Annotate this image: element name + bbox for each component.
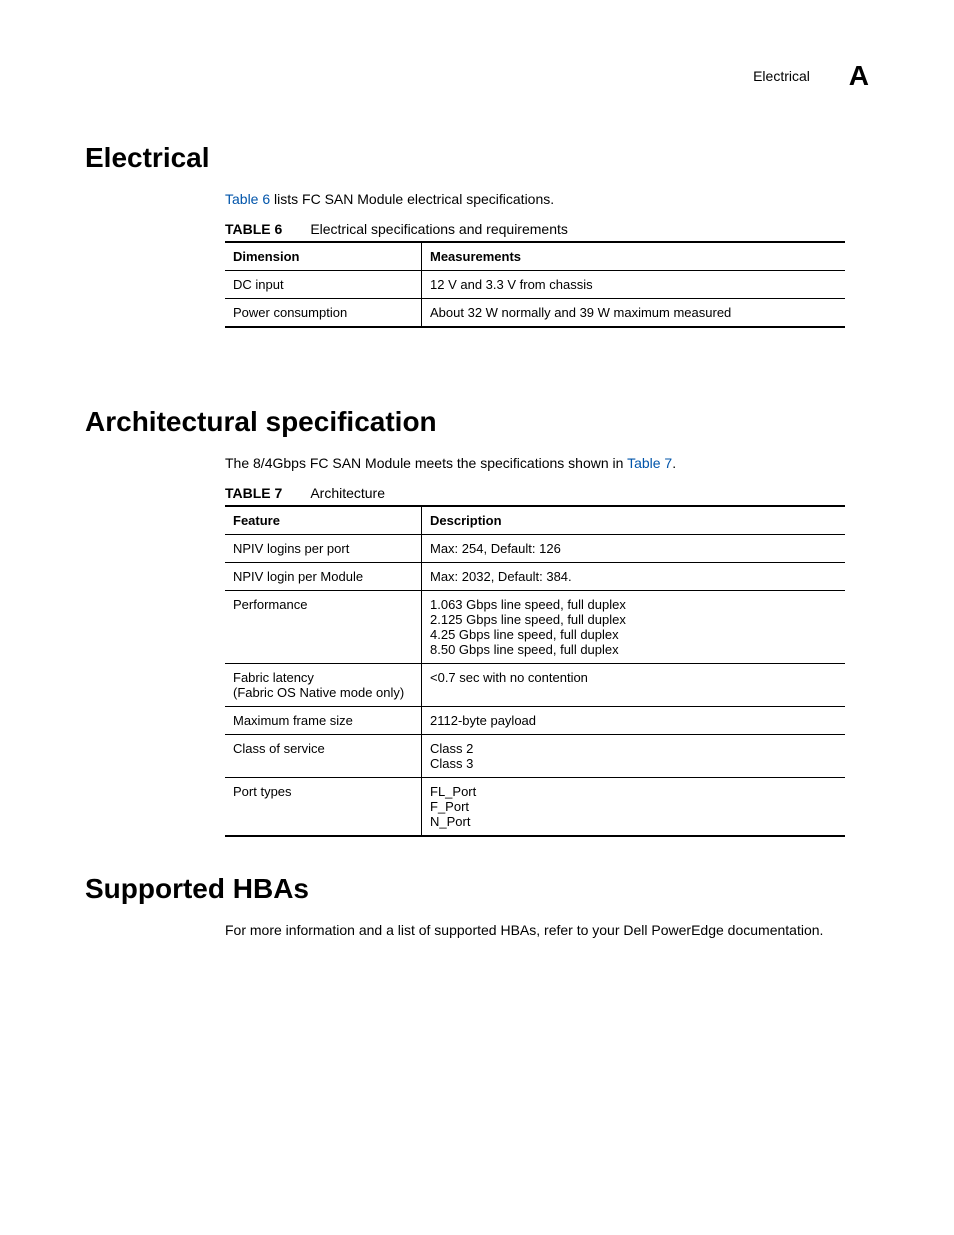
electrical-intro: Table 6 lists FC SAN Module electrical s… bbox=[225, 190, 869, 209]
table7-cell: Performance bbox=[225, 590, 422, 663]
table7-cell: NPIV logins per port bbox=[225, 534, 422, 562]
table7-cell: Class of service bbox=[225, 734, 422, 777]
table7-th-feature: Feature bbox=[225, 506, 422, 535]
section-architectural-body: The 8/4Gbps FC SAN Module meets the spec… bbox=[225, 454, 869, 837]
table6-th-dimension: Dimension bbox=[225, 242, 422, 271]
architectural-intro-post: . bbox=[672, 455, 676, 471]
header-section-label: Electrical bbox=[753, 68, 810, 84]
table-row: Maximum frame size 2112-byte payload bbox=[225, 706, 845, 734]
table7-number: TABLE 7 bbox=[225, 485, 282, 501]
electrical-intro-text: lists FC SAN Module electrical specifica… bbox=[270, 191, 554, 207]
section-hbas-body: For more information and a list of suppo… bbox=[225, 921, 869, 940]
table7-caption: TABLE 7 Architecture bbox=[225, 485, 869, 501]
table7-cell: Class 2 Class 3 bbox=[422, 734, 846, 777]
table6-cell: 12 V and 3.3 V from chassis bbox=[422, 270, 846, 298]
table7-cell: Port types bbox=[225, 777, 422, 836]
table7-title: Architecture bbox=[310, 485, 385, 501]
table-row: NPIV logins per port Max: 254, Default: … bbox=[225, 534, 845, 562]
table-row: Class of service Class 2 Class 3 bbox=[225, 734, 845, 777]
table6-number: TABLE 6 bbox=[225, 221, 282, 237]
appendix-letter: A bbox=[849, 60, 869, 91]
table7-cell: Max: 254, Default: 126 bbox=[422, 534, 846, 562]
table6-title: Electrical specifications and requiremen… bbox=[310, 221, 568, 237]
table6-link[interactable]: Table 6 bbox=[225, 191, 270, 207]
table-row: NPIV login per Module Max: 2032, Default… bbox=[225, 562, 845, 590]
table6-th-measurements: Measurements bbox=[422, 242, 846, 271]
architectural-intro-pre: The 8/4Gbps FC SAN Module meets the spec… bbox=[225, 455, 627, 471]
table6: Dimension Measurements DC input 12 V and… bbox=[225, 241, 845, 328]
table7-th-description: Description bbox=[422, 506, 846, 535]
table6-cell: DC input bbox=[225, 270, 422, 298]
architectural-intro: The 8/4Gbps FC SAN Module meets the spec… bbox=[225, 454, 869, 473]
table6-cell: Power consumption bbox=[225, 298, 422, 327]
table7: Feature Description NPIV logins per port… bbox=[225, 505, 845, 837]
table-row: Performance 1.063 Gbps line speed, full … bbox=[225, 590, 845, 663]
table7-link[interactable]: Table 7 bbox=[627, 455, 672, 471]
table6-caption: TABLE 6 Electrical specifications and req… bbox=[225, 221, 869, 237]
heading-supported-hbas: Supported HBAs bbox=[85, 873, 869, 905]
table7-cell: Fabric latency (Fabric OS Native mode on… bbox=[225, 663, 422, 706]
section-electrical-body: Table 6 lists FC SAN Module electrical s… bbox=[225, 190, 869, 328]
table-row: Power consumption About 32 W normally an… bbox=[225, 298, 845, 327]
table7-cell: 1.063 Gbps line speed, full duplex 2.125… bbox=[422, 590, 846, 663]
table-row: Fabric latency (Fabric OS Native mode on… bbox=[225, 663, 845, 706]
page: Electrical A Electrical Table 6 lists FC… bbox=[0, 0, 954, 1012]
page-header: Electrical A bbox=[85, 60, 869, 92]
table7-cell: Max: 2032, Default: 384. bbox=[422, 562, 846, 590]
heading-electrical: Electrical bbox=[85, 142, 869, 174]
table7-cell: FL_Port F_Port N_Port bbox=[422, 777, 846, 836]
table-row: Port types FL_Port F_Port N_Port bbox=[225, 777, 845, 836]
table7-cell: Maximum frame size bbox=[225, 706, 422, 734]
table7-cell: <0.7 sec with no contention bbox=[422, 663, 846, 706]
hbas-text: For more information and a list of suppo… bbox=[225, 921, 869, 940]
table7-cell: 2112-byte payload bbox=[422, 706, 846, 734]
table7-cell: NPIV login per Module bbox=[225, 562, 422, 590]
table6-cell: About 32 W normally and 39 W maximum mea… bbox=[422, 298, 846, 327]
table-row: DC input 12 V and 3.3 V from chassis bbox=[225, 270, 845, 298]
heading-architectural: Architectural specification bbox=[85, 406, 869, 438]
